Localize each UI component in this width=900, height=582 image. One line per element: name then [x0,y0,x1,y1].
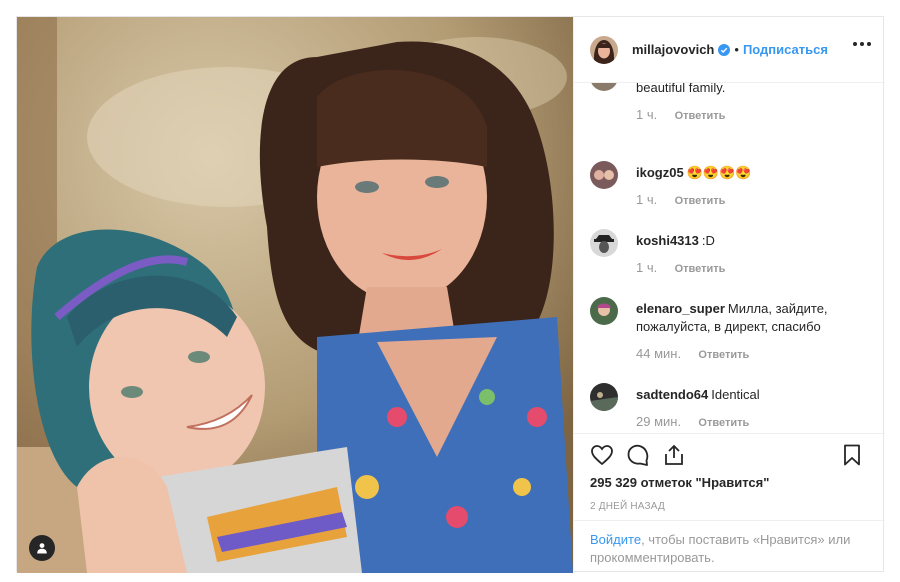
comment-time[interactable]: 44 мин. [636,346,681,361]
comment-meta: 29 мин. Ответить [636,414,749,429]
commenter-avatar[interactable] [590,161,618,189]
comment-meta: 1 ч. Ответить [636,107,725,122]
comment-text: elenaro_super Милла, зайдите, пожалуйста,… [636,300,868,336]
header-separator: • [734,42,739,57]
likes-count[interactable]: 295 329 отметок "Нравится" [590,475,769,490]
post-sidebar: millajovovich • Подписаться beautiful fa… [573,17,885,573]
post-time[interactable]: 2 ДНЕЙ НАЗАД [590,501,665,512]
commenter-avatar[interactable] [590,297,618,325]
author-avatar[interactable] [590,35,618,64]
post-card: millajovovich • Подписаться beautiful fa… [16,16,885,573]
photo-illustration [17,17,573,573]
follow-button[interactable]: Подписаться [743,42,828,57]
heart-icon[interactable] [590,443,616,469]
comment-username[interactable]: ikogz05 [636,165,684,180]
comment-body: Identical [711,387,760,402]
comment-time[interactable]: 1 ч. [636,192,657,207]
reply-button[interactable]: Ответить [675,263,726,275]
comment-time[interactable]: 29 мин. [636,414,681,429]
user-tag-icon [37,543,47,554]
post-header: millajovovich • Подписаться [574,17,885,83]
comment-text: koshi4313:D [636,232,868,250]
comments-list[interactable]: beautiful family. 1 ч. Ответить ikogz05 😍… [574,83,885,433]
reply-button[interactable]: Ответить [675,110,726,122]
comment-text: beautiful family. [636,83,726,95]
comment-text: ikogz05 😍😍😍😍 [636,164,868,182]
comment-username[interactable]: elenaro_super [636,301,725,316]
comment-meta: 1 ч. Ответить [636,192,725,207]
reply-button[interactable]: Ответить [675,195,726,207]
comment-time[interactable]: 1 ч. [636,107,657,122]
comment-body: :D [701,233,715,248]
comment-body: 😍😍😍😍 [686,165,752,180]
verified-badge-icon [718,43,731,56]
share-icon[interactable] [662,443,688,469]
bookmark-icon[interactable] [840,443,866,469]
comment-username[interactable]: sadtendo64 [636,387,708,402]
user-tag-button[interactable] [29,535,55,561]
commenter-avatar[interactable] [590,383,618,411]
post-photo[interactable] [17,17,573,573]
comment-meta: 1 ч. Ответить [636,260,725,275]
login-prompt: Войдите, чтобы поставить «Нравится» или … [574,520,885,573]
comment-text: sadtendo64 Identical [636,386,868,404]
comment-username[interactable]: koshi4313 [636,233,699,248]
action-bar [574,433,885,475]
comment-icon[interactable] [626,443,652,469]
author-username[interactable]: millajovovich [632,42,714,57]
more-options-icon[interactable] [853,42,871,46]
reply-button[interactable]: Ответить [698,349,749,361]
reply-button[interactable]: Ответить [698,417,749,429]
comment-time[interactable]: 1 ч. [636,260,657,275]
login-link[interactable]: Войдите [590,532,641,547]
comment-meta: 44 мин. Ответить [636,346,749,361]
commenter-avatar[interactable] [590,83,618,91]
commenter-avatar[interactable] [590,229,618,257]
